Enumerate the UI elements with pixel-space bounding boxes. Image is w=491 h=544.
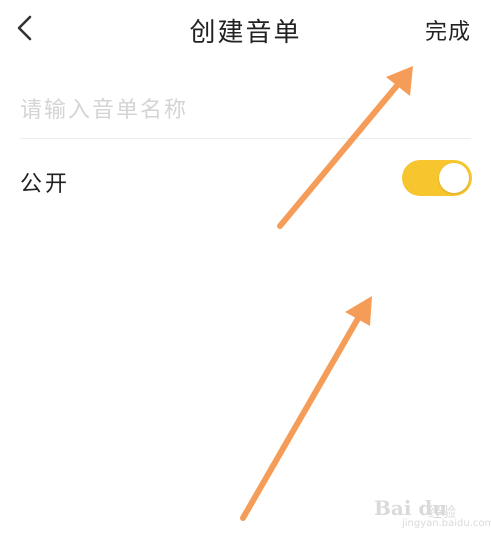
public-label: 公开 (20, 172, 71, 197)
watermark-url: jingyan.baidu.com (402, 518, 491, 529)
annotation-arrows (240, 66, 413, 521)
header-bar: 创建音单 完成 (0, 0, 491, 58)
playlist-name-input[interactable] (20, 90, 470, 130)
toggle-knob (439, 163, 469, 193)
page-title: 创建音单 (189, 18, 302, 48)
public-toggle[interactable] (402, 160, 472, 196)
done-button[interactable]: 完成 (425, 14, 471, 46)
divider (20, 138, 471, 139)
arrow-to-toggle-icon (240, 296, 372, 521)
baidu-watermark: Bai du 经验 jingyan.baidu.com (372, 488, 491, 532)
